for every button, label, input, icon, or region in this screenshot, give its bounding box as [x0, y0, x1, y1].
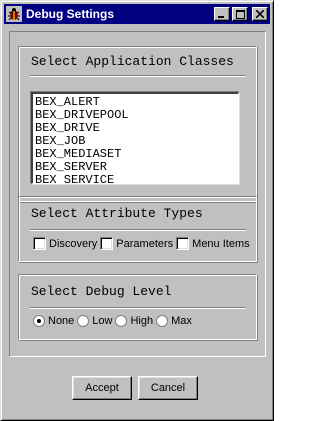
- minimize-button[interactable]: [214, 7, 230, 21]
- debug-level-heading: Select Debug Level: [31, 284, 172, 299]
- window-title: Debug Settings: [26, 7, 115, 21]
- menu-items-checkbox[interactable]: [176, 237, 190, 250]
- attribute-types-separator: [30, 229, 246, 231]
- title-bar[interactable]: Debug Settings: [4, 4, 270, 24]
- none-label: None: [48, 315, 75, 327]
- high-radio[interactable]: [115, 315, 128, 327]
- debug-settings-window: Debug Settings Select Application Classe…: [0, 0, 274, 421]
- close-icon: [256, 10, 264, 18]
- discovery-label: Discovery: [49, 237, 98, 250]
- bug-icon: [6, 6, 22, 22]
- application-classes-list[interactable]: BEX_ALERT BEX_DRIVEPOOL BEX_DRIVE BEX_JO…: [31, 92, 239, 184]
- debug-level-options: None Low High Max: [33, 315, 195, 327]
- discovery-checkbox[interactable]: [33, 237, 46, 250]
- application-classes-separator: [30, 75, 246, 77]
- low-radio[interactable]: [77, 315, 90, 327]
- application-classes-group: Select Application Classes BEX_ALERT BEX…: [18, 46, 257, 202]
- low-label: Low: [92, 315, 113, 327]
- maximize-icon: [235, 9, 245, 19]
- minimize-icon: [218, 16, 224, 18]
- settings-panel: Select Application Classes BEX_ALERT BEX…: [9, 31, 266, 357]
- cancel-button[interactable]: Cancel: [138, 376, 198, 400]
- maximize-button[interactable]: [232, 7, 248, 21]
- accept-button[interactable]: Accept: [72, 376, 132, 400]
- none-radio[interactable]: [33, 315, 45, 327]
- menu-items-label: Menu Items: [192, 237, 250, 250]
- parameters-label: Parameters: [116, 237, 174, 250]
- attribute-types-options: Discovery Parameters Menu Items: [33, 237, 253, 250]
- list-item[interactable]: BEX_SERVICE: [33, 174, 238, 184]
- debug-level-group: Select Debug Level None Low High Max: [18, 274, 257, 340]
- high-label: High: [130, 315, 154, 327]
- max-radio[interactable]: [156, 315, 169, 327]
- application-classes-heading: Select Application Classes: [31, 54, 234, 69]
- max-label: Max: [171, 315, 192, 327]
- parameters-checkbox[interactable]: [100, 237, 114, 250]
- attribute-types-group: Select Attribute Types Discovery Paramet…: [18, 196, 257, 262]
- attribute-types-heading: Select Attribute Types: [31, 206, 203, 221]
- debug-level-separator: [30, 307, 246, 309]
- close-button[interactable]: [252, 7, 268, 21]
